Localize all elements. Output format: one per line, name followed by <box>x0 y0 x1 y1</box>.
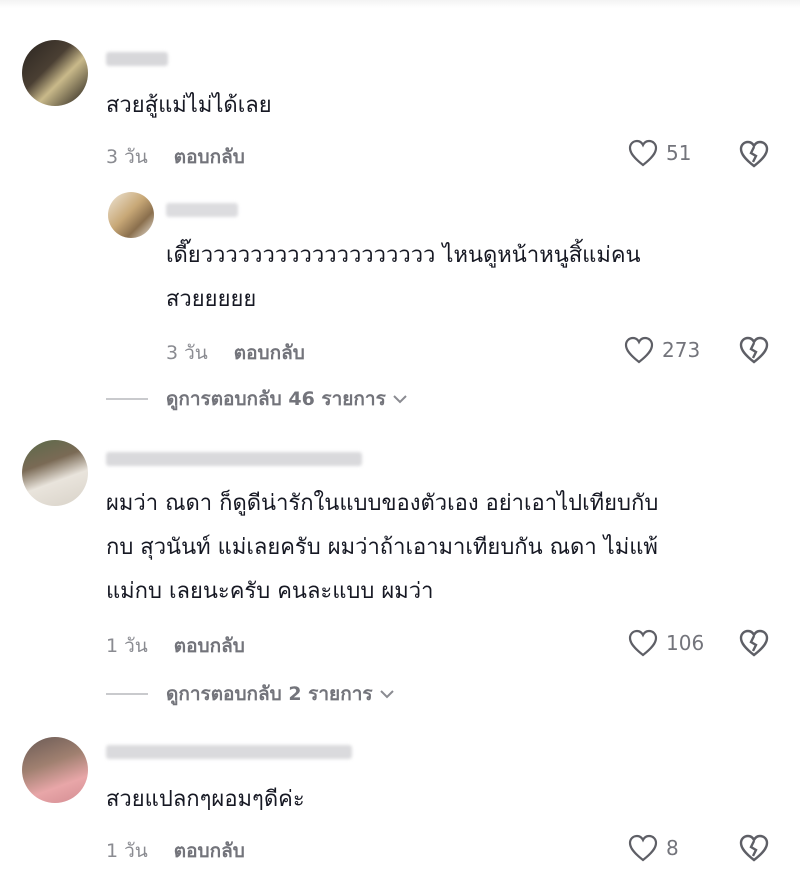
heart-outline-icon <box>628 139 658 167</box>
reply-button[interactable]: ตอบกลับ <box>174 840 245 862</box>
broken-heart-icon[interactable] <box>738 139 770 169</box>
heart-outline-icon <box>628 629 658 657</box>
heart-outline-icon <box>624 336 654 364</box>
username-blurred[interactable] <box>106 745 352 759</box>
comment-text-line: สวยแปลกๆผอมๆดีค่ะ <box>106 787 305 812</box>
comment-text-line: ผมว่า ณดา ก็ดูดีน่ารักในแบบของตัวเอง อย่… <box>106 491 659 516</box>
reply-time: 3 วัน <box>166 342 208 364</box>
view-replies-label: ดูการตอบกลับ 46 รายการ <box>166 388 386 410</box>
comment-text-line: แม่กบ เลยนะครับ คนละแบบ ผมว่า <box>106 579 434 604</box>
like-count: 8 <box>666 836 679 860</box>
chevron-down-icon <box>393 395 407 404</box>
comment-text: สวยแปลกๆผอมๆดีค่ะ <box>106 778 305 822</box>
broken-heart-icon[interactable] <box>738 833 770 863</box>
reply-button[interactable]: ตอบกลับ <box>174 635 245 657</box>
heart-outline-icon <box>628 834 658 862</box>
comment-text-line: สวยสู้แม่ไม่ได้เลย <box>106 93 272 118</box>
comment-meta: 1 วัน ตอบกลับ <box>106 836 245 866</box>
reply-button[interactable]: ตอบกลับ <box>174 146 245 168</box>
avatar[interactable] <box>22 440 88 506</box>
broken-heart-icon[interactable] <box>738 335 770 365</box>
comment-text-line: กบ สุวนันท์ แม่เลยครับ ผมว่าถ้าเอามาเทีย… <box>106 535 658 560</box>
comment-text: สวยสู้แม่ไม่ได้เลย <box>106 84 272 128</box>
like-count: 51 <box>666 141 692 165</box>
reply-button[interactable]: ตอบกลับ <box>234 342 305 364</box>
top-edge <box>0 0 800 8</box>
reply-meta: 3 วัน ตอบกลับ <box>166 338 305 368</box>
username-blurred[interactable] <box>106 452 362 466</box>
divider-line <box>106 398 148 400</box>
comment-time: 3 วัน <box>106 146 148 168</box>
like-count: 273 <box>662 338 701 362</box>
comment-time: 1 วัน <box>106 840 148 862</box>
broken-heart-icon[interactable] <box>738 628 770 658</box>
reply-text-line: สวยยยยย <box>166 287 257 312</box>
username-blurred[interactable] <box>166 203 238 217</box>
like-count: 106 <box>666 631 705 655</box>
reply-text: เดี๊ยววววววววววววววววววว ไหนดูหน้าหนูสิ้… <box>166 234 641 322</box>
view-replies-button[interactable]: ดูการตอบกลับ 2 รายการ <box>106 679 395 709</box>
like-button[interactable]: 8 <box>628 834 679 862</box>
like-button[interactable]: 273 <box>624 336 700 364</box>
like-button[interactable]: 51 <box>628 139 691 167</box>
comment-time: 1 วัน <box>106 635 148 657</box>
avatar[interactable] <box>22 40 88 106</box>
view-replies-label: ดูการตอบกลับ 2 รายการ <box>166 683 373 705</box>
comment-meta: 3 วัน ตอบกลับ <box>106 142 245 172</box>
like-button[interactable]: 106 <box>628 629 704 657</box>
view-replies-button[interactable]: ดูการตอบกลับ 46 รายการ <box>106 384 408 414</box>
comment-meta: 1 วัน ตอบกลับ <box>106 631 245 661</box>
username-blurred[interactable] <box>106 52 168 66</box>
avatar[interactable] <box>22 737 88 803</box>
reply-text-line: เดี๊ยววววววววววววววววววว ไหนดูหน้าหนูสิ้… <box>166 243 641 268</box>
divider-line <box>106 693 148 695</box>
chevron-down-icon <box>379 690 394 699</box>
comment-text: ผมว่า ณดา ก็ดูดีน่ารักในแบบของตัวเอง อย่… <box>106 482 658 614</box>
avatar[interactable] <box>108 192 154 238</box>
